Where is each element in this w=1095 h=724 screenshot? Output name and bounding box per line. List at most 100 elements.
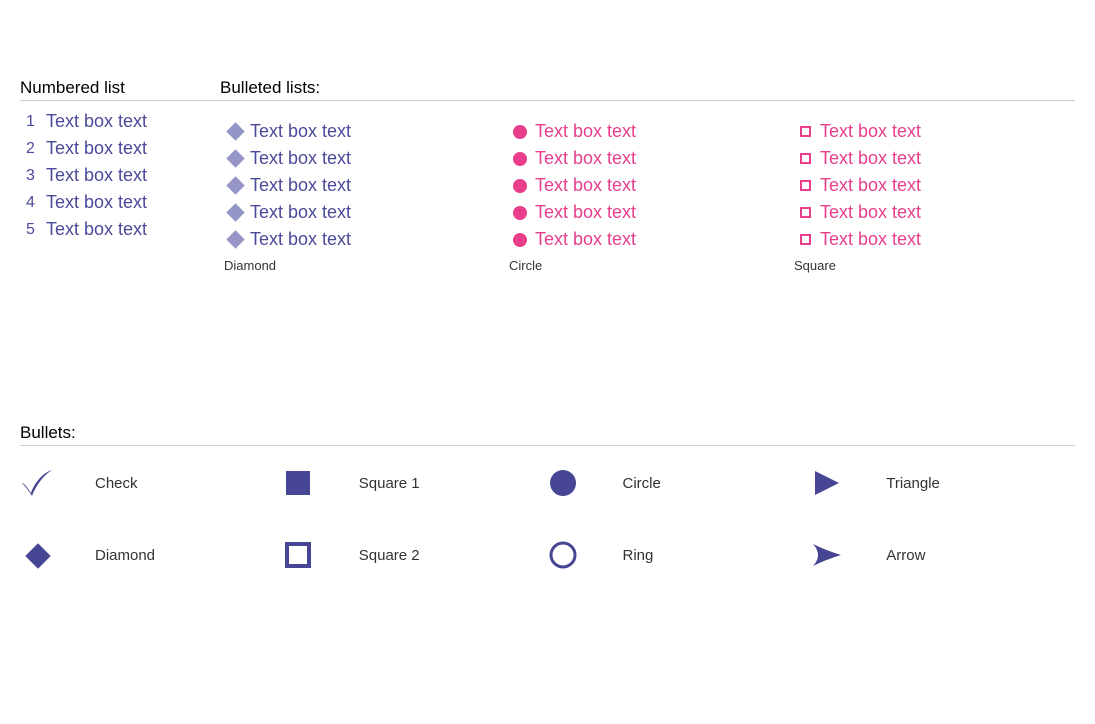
bullet-label: Square 1	[359, 475, 420, 492]
diamond-icon	[220, 152, 250, 165]
list-item: 5Text box text	[20, 219, 220, 240]
list-item: Text box text	[220, 202, 505, 223]
list-item: Text box text	[505, 175, 790, 196]
list-text: Text box text	[250, 121, 351, 142]
bullet-cell-diamond: Diamond	[20, 538, 284, 572]
square-outline-icon	[790, 180, 820, 191]
circle-icon	[505, 233, 535, 247]
diamond-filled-icon	[20, 538, 80, 572]
square-outline-icon	[790, 126, 820, 137]
circle-icon	[505, 179, 535, 193]
list-item: Text box text	[790, 121, 1075, 142]
circle-label: Circle	[509, 258, 790, 273]
arrow-icon	[811, 540, 871, 570]
diamond-label: Diamond	[224, 258, 505, 273]
list-item: 1Text box text	[20, 111, 220, 132]
list-item: Text box text	[220, 229, 505, 250]
diamond-icon	[220, 233, 250, 246]
list-number: 5	[20, 221, 46, 239]
bullet-label: Circle	[623, 475, 661, 492]
check-icon	[20, 469, 80, 497]
list-item: Text box text	[790, 148, 1075, 169]
bullet-label: Arrow	[886, 547, 925, 564]
list-item: Text box text	[220, 175, 505, 196]
list-item: Text box text	[790, 229, 1075, 250]
list-text: Text box text	[250, 148, 351, 169]
list-text: Text box text	[820, 148, 921, 169]
bullet-label: Ring	[623, 547, 654, 564]
list-text: Text box text	[535, 148, 636, 169]
list-item: Text box text	[505, 121, 790, 142]
diamond-icon	[220, 206, 250, 219]
list-item: 3Text box text	[20, 165, 220, 186]
triangle-icon	[811, 468, 871, 498]
list-item: 4Text box text	[20, 192, 220, 213]
square-outline-icon	[790, 153, 820, 164]
circle-list-column: Text box text Text box text Text box tex…	[505, 111, 790, 273]
list-number: 3	[20, 167, 46, 185]
square-outline-icon	[790, 207, 820, 218]
list-text: Text box text	[46, 219, 147, 240]
bullet-label: Check	[95, 475, 138, 492]
circle-filled-icon	[548, 468, 608, 498]
bullet-cell-arrow: Arrow	[811, 538, 1075, 572]
list-text: Text box text	[820, 121, 921, 142]
circle-icon	[505, 206, 535, 220]
list-text: Text box text	[46, 138, 147, 159]
bullet-cell-triangle: Triangle	[811, 468, 1075, 498]
bulleted-lists-title: Bulleted lists:	[220, 78, 1075, 101]
list-item: 2Text box text	[20, 138, 220, 159]
list-text: Text box text	[820, 229, 921, 250]
list-text: Text box text	[535, 229, 636, 250]
bullet-cell-square2: Square 2	[284, 538, 548, 572]
circle-bullet-list: Text box text Text box text Text box tex…	[505, 121, 790, 250]
circle-icon	[505, 125, 535, 139]
bullet-label: Triangle	[886, 475, 940, 492]
list-text: Text box text	[250, 202, 351, 223]
square-label: Square	[794, 258, 1075, 273]
list-text: Text box text	[46, 165, 147, 186]
square-list-column: Text box text Text box text Text box tex…	[790, 111, 1075, 273]
list-text: Text box text	[250, 229, 351, 250]
list-item: Text box text	[505, 148, 790, 169]
diamond-bullet-list: Text box text Text box text Text box tex…	[220, 121, 505, 250]
bullet-cell-square1: Square 1	[284, 468, 548, 498]
bullet-cell-check: Check	[20, 468, 284, 498]
diamond-list-column: Text box text Text box text Text box tex…	[220, 111, 505, 273]
list-item: Text box text	[220, 121, 505, 142]
square-outline-icon	[790, 234, 820, 245]
numbered-list-section: Numbered list 1Text box text 2Text box t…	[20, 78, 220, 246]
list-item: Text box text	[790, 175, 1075, 196]
diamond-icon	[220, 179, 250, 192]
list-item: Text box text	[505, 202, 790, 223]
numbered-list: 1Text box text 2Text box text 3Text box …	[20, 111, 220, 240]
list-item: Text box text	[220, 148, 505, 169]
bullet-cell-ring: Ring	[548, 538, 812, 572]
list-number: 1	[20, 113, 46, 131]
circle-icon	[505, 152, 535, 166]
bulleted-lists-section: Bulleted lists: Text box text Text box t…	[220, 78, 1075, 273]
square-filled-icon	[284, 469, 344, 497]
ring-icon	[548, 540, 608, 570]
list-text: Text box text	[535, 121, 636, 142]
diamond-icon	[220, 125, 250, 138]
list-text: Text box text	[820, 175, 921, 196]
list-item: Text box text	[790, 202, 1075, 223]
list-text: Text box text	[250, 175, 351, 196]
list-text: Text box text	[535, 175, 636, 196]
square-bullet-list: Text box text Text box text Text box tex…	[790, 121, 1075, 250]
bullet-cell-circle: Circle	[548, 468, 812, 498]
numbered-list-title: Numbered list	[20, 78, 220, 101]
list-number: 2	[20, 140, 46, 158]
list-text: Text box text	[535, 202, 636, 223]
bullets-grid: Check Square 1 Circle Tria	[20, 468, 1075, 572]
bullet-label: Diamond	[95, 547, 155, 564]
list-text: Text box text	[820, 202, 921, 223]
bullets-section: Bullets: Check Square 1	[20, 423, 1075, 572]
list-text: Text box text	[46, 111, 147, 132]
list-text: Text box text	[46, 192, 147, 213]
list-number: 4	[20, 194, 46, 212]
bullet-label: Square 2	[359, 547, 420, 564]
square-outline-icon	[284, 541, 344, 569]
bullets-title: Bullets:	[20, 423, 1075, 446]
